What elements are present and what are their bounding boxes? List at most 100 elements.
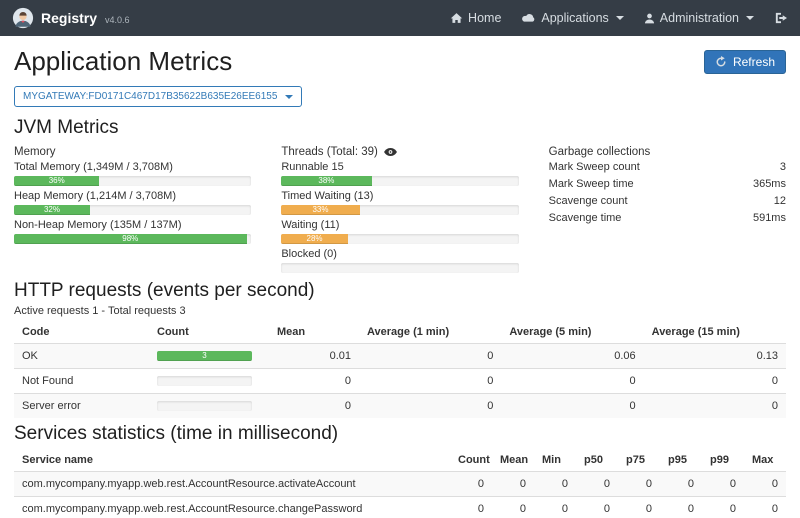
eye-icon[interactable] [384, 148, 397, 156]
garbage-collections-column: Garbage collections Mark Sweep count 3 M… [549, 144, 786, 277]
column-header-max: Max [744, 449, 786, 472]
column-header-p95: p95 [660, 449, 702, 472]
column-header-avg15: Average (15 min) [644, 321, 786, 344]
navbar: Registry v4.0.6 Home Applications Admini… [0, 0, 800, 36]
instance-selector-label: MYGATEWAY:FD0171C467D17B35622B635E26EE61… [23, 91, 277, 102]
http-code-cell: Not Found [14, 369, 149, 394]
cloud-icon [521, 13, 536, 23]
gc-value: 365ms [753, 178, 786, 191]
home-icon [450, 12, 463, 24]
http-requests-subtitle: Active requests 1 - Total requests 3 [14, 305, 786, 317]
column-header-mean: Mean [269, 321, 359, 344]
progress-bar: 33% [281, 205, 518, 215]
chevron-down-icon [616, 16, 624, 20]
http-mean-cell: 0 [269, 369, 359, 394]
column-header-min: Min [534, 449, 576, 472]
http-count-cell: 3 [149, 344, 269, 369]
nav-administration[interactable]: Administration [644, 11, 754, 25]
memory-title: Memory [14, 144, 251, 159]
progress-bar-label: 36% [49, 176, 65, 186]
gc-label: Scavenge time [549, 212, 622, 225]
gc-row: Mark Sweep time 365ms [549, 176, 786, 193]
table-row: com.mycompany.myapp.web.rest.AccountReso… [14, 472, 786, 497]
http-code-cell: OK [14, 344, 149, 369]
metric-label: Runnable 15 [281, 161, 518, 174]
service-min-cell: 0 [534, 497, 576, 518]
nav-applications[interactable]: Applications [521, 11, 623, 25]
gc-value: 591ms [753, 212, 786, 225]
progress-bar: 32% [14, 205, 251, 215]
nav-home[interactable]: Home [450, 11, 501, 25]
column-header-p50: p50 [576, 449, 618, 472]
jvm-metrics-row: Memory Total Memory (1,349M / 3,708M) 36… [14, 144, 786, 277]
progress-bar-label: 28% [307, 234, 323, 244]
memory-column: Memory Total Memory (1,349M / 3,708M) 36… [14, 144, 251, 277]
gc-label: Scavenge count [549, 195, 628, 208]
service-p75-cell: 0 [618, 497, 660, 518]
service-p50-cell: 0 [576, 472, 618, 497]
progress-bar: 38% [281, 176, 518, 186]
table-row: OK 3 0.01 0 0.06 0.13 [14, 344, 786, 369]
progress-bar-fill: 98% [14, 234, 247, 244]
service-count-cell: 0 [450, 472, 492, 497]
service-p99-cell: 0 [702, 472, 744, 497]
nav-applications-label: Applications [541, 11, 608, 25]
http-avg15-cell: 0.13 [644, 344, 786, 369]
http-avg5-cell: 0.06 [501, 344, 643, 369]
threads-column: Threads (Total: 39) Runnable 15 38% Time… [281, 144, 518, 277]
instance-selector-dropdown[interactable]: MYGATEWAY:FD0171C467D17B35622B635E26EE61… [14, 86, 302, 107]
brand[interactable]: Registry v4.0.6 [12, 7, 130, 29]
column-header-count: Count [450, 449, 492, 472]
refresh-icon [715, 56, 727, 68]
table-header-row: Service name Count Mean Min p50 p75 p95 … [14, 449, 786, 472]
service-max-cell: 0 [744, 497, 786, 518]
service-count-cell: 0 [450, 497, 492, 518]
gc-value: 3 [780, 161, 786, 174]
user-icon [644, 13, 655, 24]
thread-metric: Timed Waiting (13) 33% [281, 190, 518, 215]
progress-bar-label: 98% [122, 234, 138, 244]
service-name-cell: com.mycompany.myapp.web.rest.AccountReso… [14, 472, 450, 497]
services-statistics-heading: Services statistics (time in millisecond… [14, 423, 786, 445]
progress-bar: 3 [157, 351, 252, 361]
http-count-cell [149, 369, 269, 394]
threads-title-label: Threads (Total: 39) [281, 146, 378, 158]
progress-bar-fill: 36% [14, 176, 99, 186]
http-avg1-cell: 0 [359, 394, 501, 419]
gc-value: 12 [774, 195, 786, 208]
column-header-service-name: Service name [14, 449, 450, 472]
table-header-row: Code Count Mean Average (1 min) Average … [14, 321, 786, 344]
services-statistics-table: Service name Count Mean Min p50 p75 p95 … [14, 449, 786, 518]
service-p95-cell: 0 [660, 497, 702, 518]
column-header-avg5: Average (5 min) [501, 321, 643, 344]
logout-button[interactable] [774, 12, 788, 24]
progress-bar: 98% [14, 234, 251, 244]
thread-metric: Runnable 15 38% [281, 161, 518, 186]
refresh-button[interactable]: Refresh [704, 50, 786, 74]
service-name-cell: com.mycompany.myapp.web.rest.AccountReso… [14, 497, 450, 518]
metric-label: Waiting (11) [281, 219, 518, 232]
nav-administration-label: Administration [660, 11, 739, 25]
memory-metric: Heap Memory (1,214M / 3,708M) 32% [14, 190, 251, 215]
memory-metric: Non-Heap Memory (135M / 137M) 98% [14, 219, 251, 244]
chevron-down-icon [285, 95, 293, 99]
progress-bar-label: 32% [44, 205, 60, 215]
column-header-avg1: Average (1 min) [359, 321, 501, 344]
gc-title: Garbage collections [549, 144, 786, 159]
http-avg1-cell: 0 [359, 344, 501, 369]
metric-label: Timed Waiting (13) [281, 190, 518, 203]
brand-name: Registry [41, 10, 97, 26]
brand-version: v4.0.6 [105, 12, 130, 25]
nav-items: Home Applications Administration [450, 11, 788, 25]
page-header: Application Metrics Refresh [14, 46, 786, 77]
refresh-label: Refresh [733, 55, 775, 69]
column-header-mean: Mean [492, 449, 534, 472]
http-avg5-cell: 0 [501, 394, 643, 419]
http-avg1-cell: 0 [359, 369, 501, 394]
progress-bar-label: 38% [318, 176, 334, 186]
progress-bar-fill: 28% [281, 234, 347, 244]
main-content: Application Metrics Refresh MYGATEWAY:FD… [0, 36, 800, 518]
metric-label: Heap Memory (1,214M / 3,708M) [14, 190, 251, 203]
progress-bar-fill: 32% [14, 205, 90, 215]
service-p95-cell: 0 [660, 472, 702, 497]
